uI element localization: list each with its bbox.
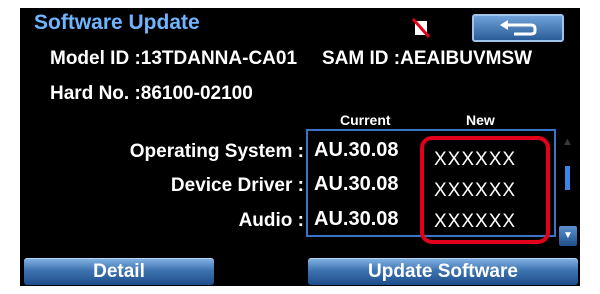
back-arrow-icon: [500, 20, 537, 36]
scroll-up-icon[interactable]: ▲: [562, 136, 573, 148]
sam-id-value: AEAIBUVMSW: [400, 48, 533, 69]
update-software-button[interactable]: Update Software: [308, 258, 578, 285]
row-label-audio: Audio :: [238, 210, 304, 231]
model-id-value: 13TDANNA-CA01: [140, 48, 298, 69]
model-id-label: Model ID :: [50, 48, 141, 69]
row-label-operating-system: Operating System :: [129, 141, 304, 162]
sam-id: SAM ID :AEAIBUVMSW: [322, 48, 532, 70]
hard-no: Hard No. :86100-02100: [50, 83, 253, 105]
model-id: Model ID :13TDANNA-CA01: [50, 48, 297, 70]
new-version-highlight: [420, 136, 550, 244]
current-version-device-driver: AU.30.08: [314, 173, 399, 195]
scroll-thumb[interactable]: [565, 166, 570, 190]
scroll-down-button[interactable]: ▼: [559, 226, 577, 246]
current-version-operating-system: AU.30.08: [314, 139, 399, 161]
hard-no-value: 86100-02100: [140, 83, 253, 104]
detail-button[interactable]: Detail: [24, 258, 214, 285]
no-sound-icon: [412, 18, 430, 38]
head-unit-screen: Software Update Model ID :13TDANNA-CA01 …: [20, 8, 580, 286]
back-button[interactable]: [472, 14, 564, 42]
column-header-current: Current: [340, 112, 391, 128]
row-label-device-driver: Device Driver :: [170, 175, 304, 196]
sam-id-label: SAM ID :: [322, 48, 401, 69]
current-version-audio: AU.30.08: [314, 208, 399, 230]
column-header-new: New: [466, 112, 495, 128]
hard-no-label: Hard No. :: [50, 83, 141, 104]
page-title: Software Update: [34, 11, 200, 34]
scrollbar[interactable]: ▲ ▼: [559, 130, 577, 246]
double-chevron-down-icon: ▼: [563, 230, 573, 241]
